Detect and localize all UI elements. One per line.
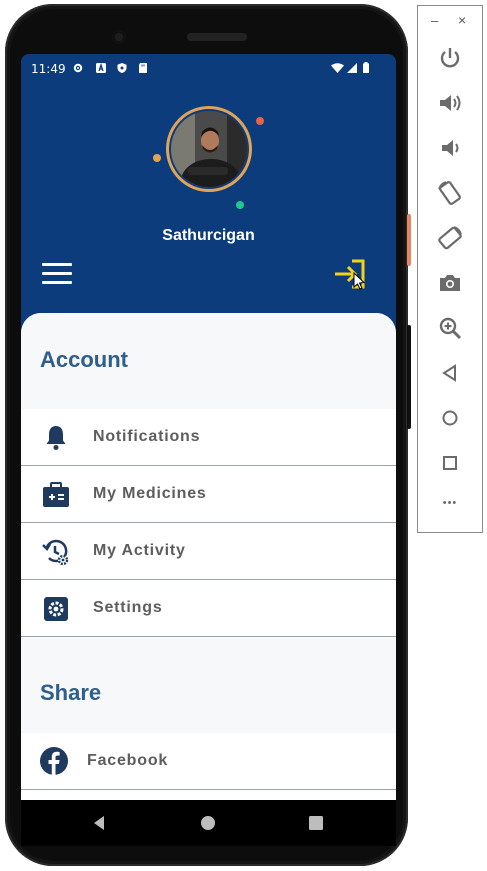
status-time: 11:49	[31, 62, 66, 76]
section-title: Share	[40, 680, 102, 705]
nav-recents-icon[interactable]	[309, 816, 323, 830]
section-title: Account	[40, 347, 128, 372]
decor-dot-green	[236, 201, 244, 209]
rotate-right-icon[interactable]	[436, 224, 464, 252]
volume-side-button	[407, 325, 411, 429]
signal-icon	[347, 63, 357, 73]
emulator-toolbar: – × •••	[417, 5, 483, 533]
wifi-icon	[331, 63, 344, 73]
power-side-button	[407, 214, 411, 266]
home-icon[interactable]	[436, 404, 464, 432]
menu-sheet: Account Notifications My Medicines My Ac…	[21, 313, 396, 800]
more-icon[interactable]: •••	[436, 497, 464, 515]
back-icon[interactable]	[436, 359, 464, 387]
bell-icon	[46, 426, 66, 450]
menu-item-my-activity[interactable]: My Activity	[21, 523, 396, 580]
logout-icon[interactable]	[332, 256, 368, 292]
menu-item-label: My Medicines	[93, 485, 207, 502]
sdcard-status-icon	[139, 63, 147, 73]
status-bar: 11:49	[21, 54, 396, 84]
rotate-left-icon[interactable]	[436, 179, 464, 207]
profile-photo	[171, 111, 247, 187]
section-header-share: Share	[21, 637, 396, 733]
section-header-account: Account	[21, 313, 396, 409]
hamburger-menu-icon[interactable]	[41, 263, 73, 285]
menu-item-notifications[interactable]: Notifications	[21, 409, 396, 466]
decor-dot-orange	[153, 154, 161, 162]
volume-up-icon[interactable]	[436, 89, 464, 117]
profile-name: Sathurcigan	[162, 227, 255, 244]
zoom-icon[interactable]	[436, 314, 464, 342]
volume-down-icon[interactable]	[436, 134, 464, 162]
menu-item-my-medicines[interactable]: My Medicines	[21, 466, 396, 523]
shield-status-icon	[117, 63, 127, 73]
camera-icon[interactable]	[436, 269, 464, 297]
app-screen: 11:49 Sathurcigan Account Notifications …	[21, 54, 396, 800]
menu-item-label: Facebook	[87, 752, 169, 769]
earpiece-speaker	[187, 33, 247, 41]
close-button[interactable]: ×	[458, 12, 466, 28]
menu-item-label: My Activity	[93, 542, 186, 559]
overview-icon[interactable]	[436, 449, 464, 477]
menu-item-facebook[interactable]: Facebook	[21, 733, 396, 790]
settings-status-icon	[73, 63, 83, 73]
battery-icon	[363, 62, 369, 73]
menu-item-label: Settings	[93, 599, 163, 616]
nav-back-icon[interactable]	[91, 814, 107, 832]
facebook-icon	[40, 747, 68, 775]
minimize-button[interactable]: –	[431, 13, 438, 28]
menu-item-label: Notifications	[93, 428, 201, 445]
power-icon[interactable]	[436, 44, 464, 72]
activity-history-icon	[42, 539, 69, 566]
menu-item-settings[interactable]: Settings	[21, 580, 396, 637]
system-nav-bar	[21, 800, 396, 846]
front-camera	[112, 30, 126, 44]
nav-home-icon[interactable]	[200, 815, 216, 831]
gear-icon	[44, 597, 68, 621]
medicine-kit-icon	[43, 482, 69, 507]
avatar[interactable]	[171, 111, 247, 187]
a-status-icon	[96, 63, 106, 73]
decor-dot-red	[256, 117, 264, 125]
